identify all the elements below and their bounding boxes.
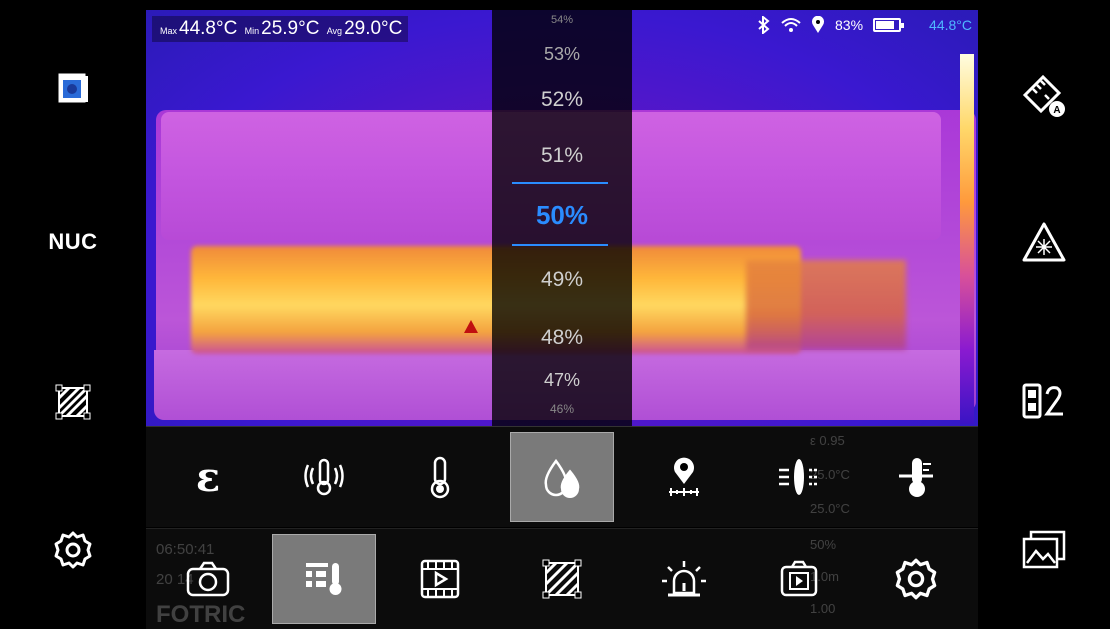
avg-value: 29.0°C xyxy=(344,18,403,39)
emissivity-icon[interactable]: ε xyxy=(156,432,260,522)
settings-icon[interactable] xyxy=(864,534,968,624)
ambient-temp-icon[interactable] xyxy=(388,432,492,522)
max-value: 44.8°C xyxy=(179,18,238,39)
alarm-icon[interactable] xyxy=(632,534,736,624)
max-temp-readout: 44.8°C xyxy=(929,17,972,33)
nuc-button[interactable]: NUC xyxy=(43,212,103,272)
battery-percent: 83% xyxy=(835,17,864,33)
picker-option[interactable]: 52% xyxy=(492,88,632,112)
temperature-color-scale xyxy=(960,54,974,424)
parameters-icon[interactable] xyxy=(272,534,376,624)
svg-text:A: A xyxy=(1053,105,1060,116)
picker-option[interactable]: 51% xyxy=(492,144,632,168)
location-icon xyxy=(812,16,824,33)
picker-option[interactable]: 53% xyxy=(492,44,632,65)
right-sidebar: A xyxy=(978,0,1110,628)
bluetooth-icon xyxy=(758,16,770,34)
video-icon[interactable] xyxy=(388,534,492,624)
picker-option[interactable]: 49% xyxy=(492,268,632,292)
selection-line-bottom xyxy=(512,244,608,246)
temperature-stats: Max 44.8°C Min 25.9°C Avg 29.0°C xyxy=(152,16,409,42)
distance-icon[interactable] xyxy=(632,432,736,522)
layers-icon[interactable] xyxy=(43,58,103,118)
picker-option-selected[interactable]: 50% xyxy=(492,200,632,231)
picker-option[interactable]: 54% xyxy=(492,14,632,26)
status-bar: 83% 44.8°C xyxy=(757,16,978,34)
avg-label: Avg xyxy=(326,26,343,36)
temperature-compensation-icon[interactable] xyxy=(864,432,968,522)
min-label: Min xyxy=(244,26,260,36)
min-value: 25.9°C xyxy=(261,18,320,39)
area-selection-icon[interactable] xyxy=(510,534,614,624)
picker-option[interactable]: 47% xyxy=(492,370,632,391)
left-sidebar: NUC xyxy=(0,0,146,628)
wifi-icon xyxy=(781,18,801,32)
humidity-icon[interactable] xyxy=(510,432,614,522)
selection-line-top xyxy=(512,182,608,184)
nuc-label: NUC xyxy=(48,229,98,254)
settings-gear-icon[interactable] xyxy=(43,520,103,580)
picker-option[interactable]: 48% xyxy=(492,326,632,350)
hotspot-marker xyxy=(464,320,478,333)
playback-icon[interactable] xyxy=(748,534,852,624)
area-selection-icon[interactable] xyxy=(43,372,103,432)
battery-icon xyxy=(873,18,905,32)
auto-measure-ruler-icon[interactable]: A xyxy=(1014,66,1074,126)
picker-option[interactable]: 46% xyxy=(492,402,632,416)
warm-region xyxy=(746,260,906,350)
lens-transmission-icon[interactable] xyxy=(748,432,852,522)
humidity-picker[interactable]: 54% 53% 52% 51% 50% 49% 48% 47% 46% xyxy=(492,10,632,426)
mode-switch-icon[interactable] xyxy=(1014,372,1074,432)
gallery-icon[interactable] xyxy=(1014,520,1074,580)
max-label: Max xyxy=(160,26,178,36)
reflected-temp-icon[interactable] xyxy=(272,432,376,522)
camera-icon[interactable] xyxy=(156,534,260,624)
thermal-image[interactable]: Max 44.8°C Min 25.9°C Avg 29.0°C 83% 44.8°C… xyxy=(146,10,978,426)
emissivity-symbol: ε xyxy=(195,453,221,501)
laser-warning-icon[interactable] xyxy=(1014,212,1074,272)
main-toolbar: 06:50:41 20 14 FOTRIC 50% 1.0m 1.00 xyxy=(146,528,978,629)
parameter-toolbar: ε 0.95 25.0°C 25.0°C ε xyxy=(146,426,978,527)
